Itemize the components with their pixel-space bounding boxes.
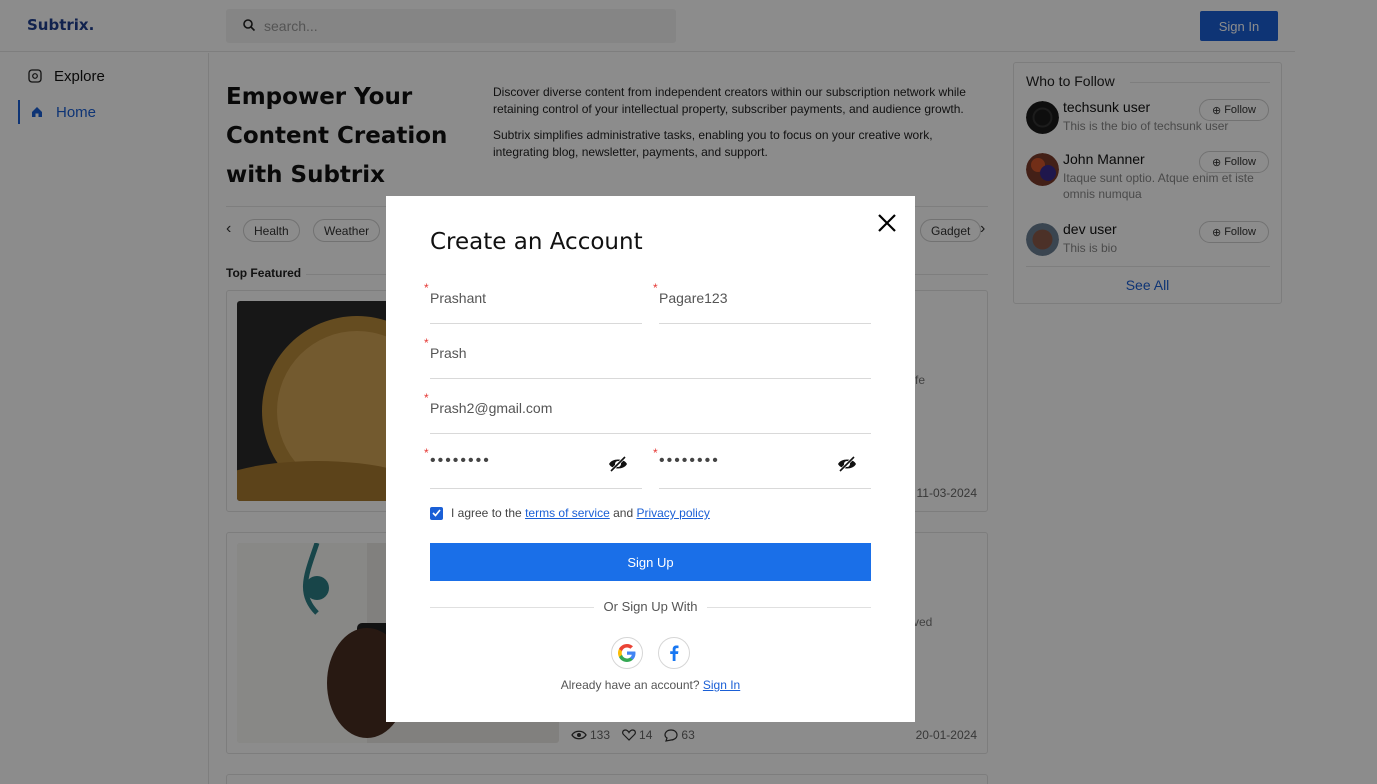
agree-checkbox[interactable] xyxy=(430,506,443,520)
required-marker: * xyxy=(424,336,429,350)
required-marker: * xyxy=(424,281,429,295)
username-field[interactable]: * Prash xyxy=(424,336,871,379)
password-field[interactable]: * •••••••• xyxy=(424,446,642,489)
divider xyxy=(707,607,871,608)
eye-off-icon[interactable] xyxy=(608,455,628,473)
already-text: Already have an account? xyxy=(560,678,700,692)
privacy-policy-link[interactable]: Privacy policy xyxy=(636,506,709,520)
first-name-field[interactable]: * Prashant xyxy=(424,281,642,324)
password-mask: •••••••• xyxy=(430,452,491,469)
confirm-password-mask: •••••••• xyxy=(659,452,720,469)
terms-agreement: I agree to the terms of service and Priv… xyxy=(430,506,710,520)
sign-up-button[interactable]: Sign Up xyxy=(430,543,871,581)
terms-of-service-link[interactable]: terms of service xyxy=(525,506,610,520)
eye-off-icon[interactable] xyxy=(837,455,857,473)
email-value: Prash2@gmail.com xyxy=(430,400,553,416)
google-icon xyxy=(618,644,636,662)
sign-in-link[interactable]: Sign In xyxy=(703,678,740,692)
agree-text: I agree to the xyxy=(451,506,522,520)
required-marker: * xyxy=(653,446,658,460)
create-account-modal: Create an Account * Prashant * Pagare123… xyxy=(386,196,915,722)
page: Subtrix. search... Sign In Explore Home xyxy=(0,0,1377,784)
google-signup-button[interactable] xyxy=(611,637,643,669)
facebook-icon xyxy=(670,645,679,661)
modal-title: Create an Account xyxy=(430,229,643,255)
close-icon[interactable] xyxy=(876,212,898,234)
last-name-field[interactable]: * Pagare123 xyxy=(653,281,871,324)
and-text: and xyxy=(613,506,634,520)
confirm-password-field[interactable]: * •••••••• xyxy=(653,446,871,489)
email-field[interactable]: * Prash2@gmail.com xyxy=(424,391,871,434)
required-marker: * xyxy=(424,446,429,460)
facebook-signup-button[interactable] xyxy=(658,637,690,669)
already-have-account: Already have an account? Sign In xyxy=(386,678,915,692)
username-value: Prash xyxy=(430,345,467,361)
first-name-value: Prashant xyxy=(430,290,487,306)
last-name-value: Pagare123 xyxy=(659,290,728,306)
check-icon xyxy=(432,509,441,517)
required-marker: * xyxy=(653,281,658,295)
required-marker: * xyxy=(424,391,429,405)
